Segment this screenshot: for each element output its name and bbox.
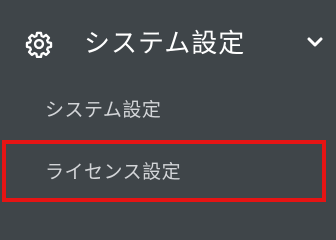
submenu-item-license-settings[interactable]: ライセンス設定 <box>0 146 336 194</box>
menu-header-label: システム設定 <box>84 29 246 59</box>
submenu-item-label: システム設定 <box>45 99 162 121</box>
chevron-down-icon[interactable] <box>307 36 323 48</box>
menu-header-system-settings[interactable]: システム設定 <box>0 0 336 80</box>
gear-icon <box>25 31 53 58</box>
submenu-item-label: ライセンス設定 <box>45 161 182 183</box>
submenu-item-system-settings[interactable]: システム設定 <box>0 86 336 134</box>
